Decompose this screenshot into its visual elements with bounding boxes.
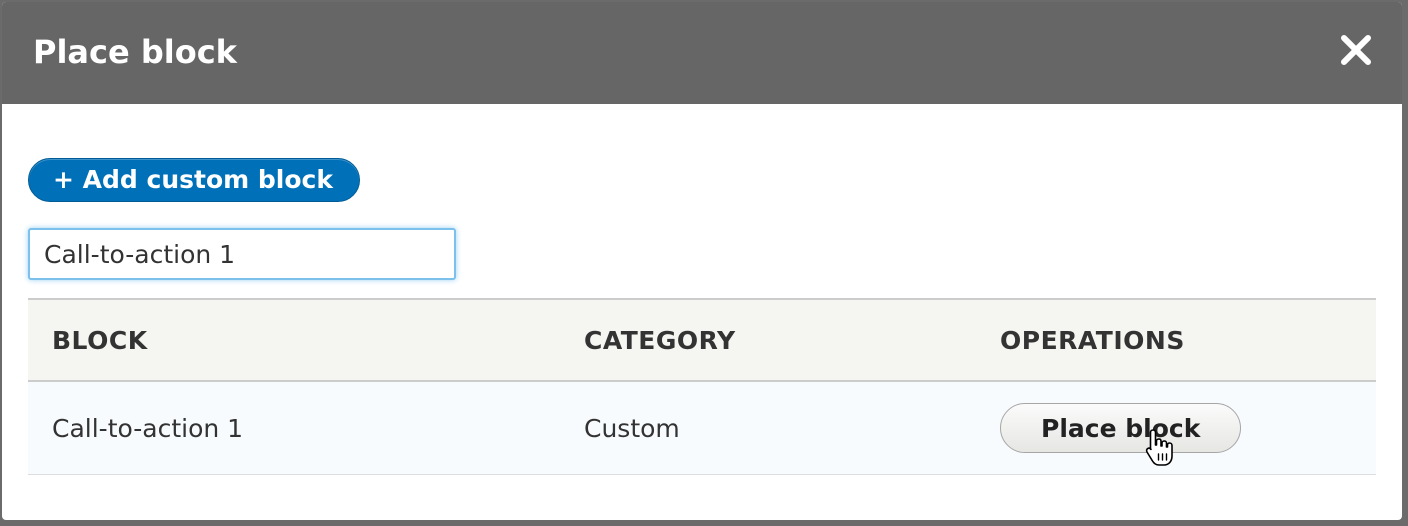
close-icon [1341,35,1371,65]
block-name-cell: Call-to-action 1 [28,381,560,475]
operations-cell: Place block [976,381,1376,475]
dialog-titlebar: Place block [2,2,1402,104]
add-custom-block-button[interactable]: + Add custom block [28,158,360,202]
header-operations: OPERATIONS [976,298,1376,382]
block-filter-input[interactable] [28,228,456,280]
blocks-table: BLOCK CATEGORY OPERATIONS Call-to-action… [28,298,1376,475]
header-block: BLOCK [28,298,560,382]
place-block-dialog: Place block + Add custom block BLOCK CAT… [2,2,1402,520]
header-category: CATEGORY [560,298,976,382]
place-block-button[interactable]: Place block [1000,403,1242,453]
dialog-title: Place block [33,33,237,71]
dialog-content: + Add custom block BLOCK CATEGORY OPERAT… [2,104,1402,520]
table-row: Call-to-action 1 Custom Place block [28,381,1376,475]
category-cell: Custom [560,381,976,475]
close-button[interactable] [1336,30,1376,70]
table-header-row: BLOCK CATEGORY OPERATIONS [28,298,1376,382]
